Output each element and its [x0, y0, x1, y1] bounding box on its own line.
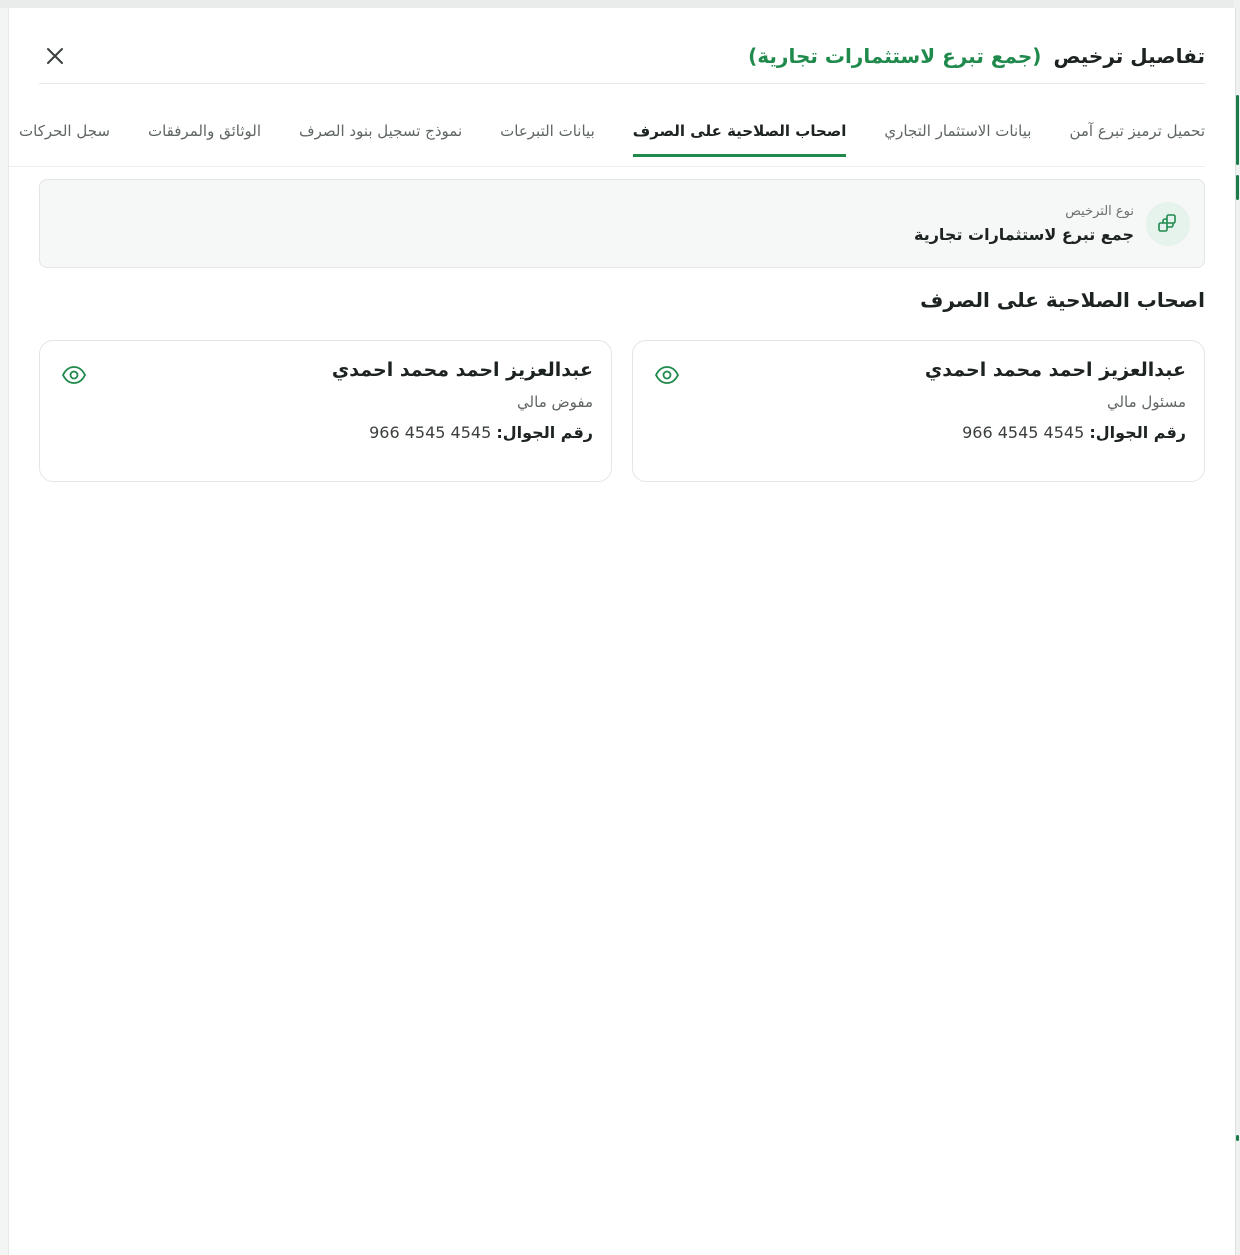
authority-holders-list: عبدالعزيز احمد محمد احمدي مسئول مالي رقم…	[39, 340, 1205, 482]
tab-spending-items-form[interactable]: نموذج تسجيل بنود الصرف	[299, 118, 462, 157]
tab-commercial-investment-data[interactable]: بيانات الاستثمار التجاري	[884, 118, 1031, 157]
modal-title: تفاصيل ترخيص (جمع تبرع لاستثمارات تجارية…	[748, 44, 1205, 68]
tab-spending-authority-holders[interactable]: اصحاب الصلاحية على الصرف	[632, 118, 847, 157]
close-icon	[47, 47, 63, 64]
page-background: تفاصيل ترخيص (جمع تبرع لاستثمارات تجارية…	[0, 0, 1240, 1255]
top-strip	[0, 0, 1240, 8]
tab-secure-donation-code[interactable]: تحميل ترميز تبرع آمن	[1069, 118, 1205, 157]
eye-icon	[61, 366, 87, 384]
section-title: اصحاب الصلاحية على الصرف	[920, 288, 1205, 312]
authority-holder-card: عبدالعزيز احمد محمد احمدي مسئول مالي رقم…	[632, 340, 1205, 482]
license-type-label: نوع الترخيص	[1065, 203, 1134, 219]
modal-header: تفاصيل ترخيص (جمع تبرع لاستثمارات تجارية…	[39, 28, 1205, 84]
edge-marker	[1236, 175, 1239, 200]
authority-holder-card: عبدالعزيز احمد محمد احمدي مفوض مالي رقم …	[39, 340, 612, 482]
license-type-text: نوع الترخيص جمع تبرع لاستثمارات تجارية	[914, 204, 1134, 244]
edge-marker	[1236, 95, 1239, 165]
holder-phone: رقم الجوال: 966 4545 4545	[651, 423, 1186, 442]
view-holder-button[interactable]	[58, 361, 90, 389]
eye-icon	[654, 366, 680, 384]
close-button[interactable]	[39, 40, 71, 72]
license-grid-icon	[1146, 201, 1190, 246]
tabs-divider	[9, 166, 1205, 167]
license-type-panel: نوع الترخيص جمع تبرع لاستثمارات تجارية	[39, 179, 1205, 268]
license-details-modal: تفاصيل ترخيص (جمع تبرع لاستثمارات تجارية…	[8, 8, 1236, 1255]
view-holder-button[interactable]	[651, 361, 683, 389]
tab-activity-log[interactable]: سجل الحركات	[19, 118, 110, 157]
holder-phone-label: رقم الجوال:	[496, 423, 593, 442]
modal-title-subtitle: (جمع تبرع لاستثمارات تجارية)	[748, 43, 1042, 68]
holder-role: مسئول مالي	[1106, 393, 1186, 411]
holder-role: مفوض مالي	[517, 393, 593, 411]
tabs-bar: تحميل ترميز تبرع آمن بيانات الاستثمار ال…	[9, 118, 1205, 168]
holder-phone-number: 966 4545 4545	[369, 423, 492, 442]
holder-name: عبدالعزيز احمد محمد احمدي	[331, 359, 593, 381]
holder-phone-number: 966 4545 4545	[962, 423, 1085, 442]
holder-name: عبدالعزيز احمد محمد احمدي	[924, 359, 1186, 381]
modal-title-main: تفاصيل ترخيص	[1053, 43, 1205, 68]
tab-donations-data[interactable]: بيانات التبرعات	[500, 118, 595, 157]
edge-marker	[1236, 1135, 1239, 1141]
tab-documents-attachments[interactable]: الوثائق والمرفقات	[148, 118, 261, 157]
license-type-value: جمع تبرع لاستثمارات تجارية	[913, 224, 1134, 244]
holder-phone: رقم الجوال: 966 4545 4545	[58, 423, 593, 442]
holder-phone-label: رقم الجوال:	[1089, 423, 1186, 442]
